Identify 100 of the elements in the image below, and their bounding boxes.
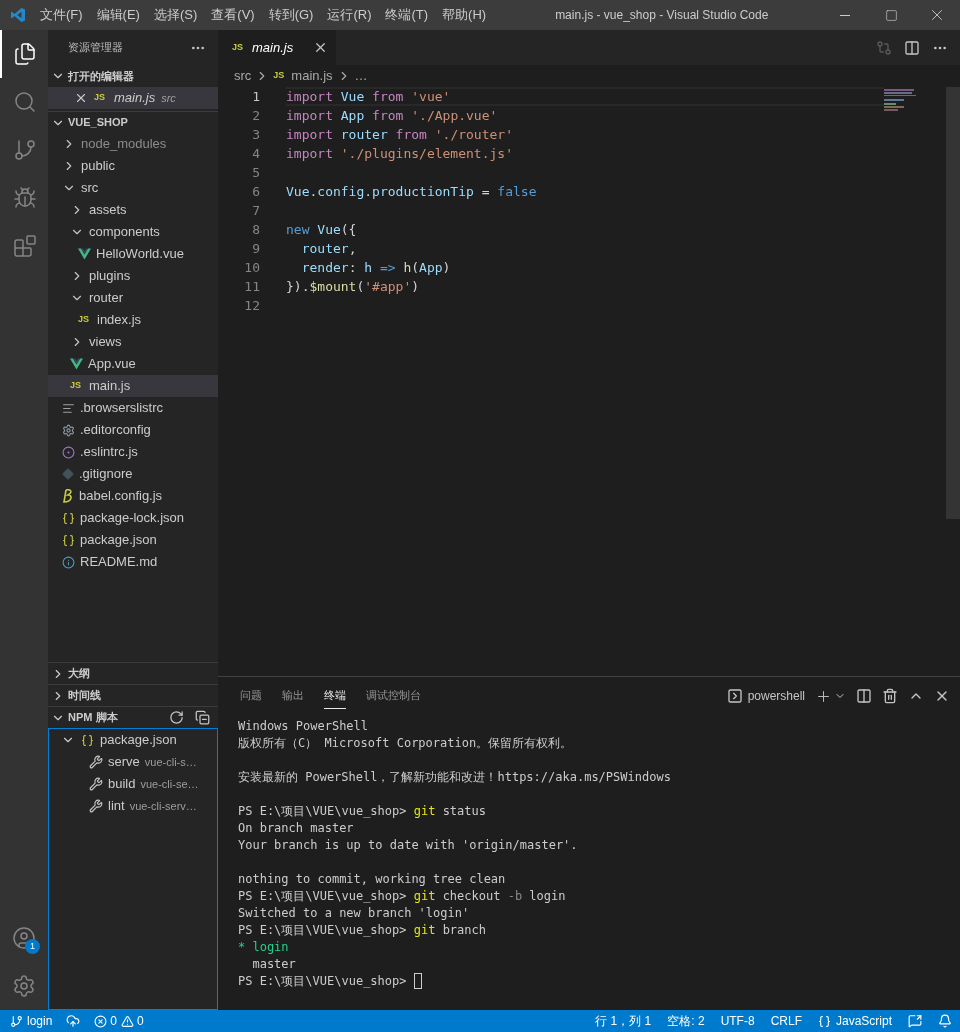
folder-item[interactable]: public bbox=[48, 155, 218, 177]
menu-item[interactable]: 帮助(H) bbox=[435, 5, 494, 25]
file-item[interactable]: .eslintrc.js bbox=[48, 441, 218, 463]
script-command: vue-cli-s… bbox=[144, 754, 197, 770]
line-number: 2 bbox=[251, 106, 260, 125]
close-icon[interactable] bbox=[74, 91, 88, 105]
braces-icon bbox=[817, 1014, 831, 1028]
section-title[interactable]: 时间线 bbox=[68, 687, 101, 704]
script-name[interactable]: serve bbox=[108, 752, 140, 772]
branch-indicator[interactable]: login bbox=[27, 1012, 53, 1030]
wrench-icon bbox=[89, 799, 103, 813]
refresh-icon[interactable] bbox=[169, 710, 184, 725]
menu-item[interactable]: 编辑(E) bbox=[89, 5, 147, 25]
minimap-drawing bbox=[884, 89, 918, 113]
breadcrumb-item[interactable]: src bbox=[234, 66, 252, 86]
folder-item[interactable]: components bbox=[48, 221, 218, 243]
line-number: 5 bbox=[251, 163, 260, 182]
diamond-icon bbox=[62, 468, 74, 480]
vue-icon bbox=[70, 358, 83, 370]
file-item[interactable]: JS main.js bbox=[48, 375, 218, 397]
language-mode[interactable]: JavaScript bbox=[835, 1012, 892, 1030]
bell-icon[interactable] bbox=[938, 1014, 952, 1028]
panel-tab[interactable]: 终端 bbox=[324, 683, 346, 709]
line-number: 3 bbox=[251, 125, 260, 144]
file-item[interactable]: babel.config.js bbox=[48, 485, 218, 507]
close-icon[interactable] bbox=[313, 40, 328, 55]
editor-tab[interactable]: JS main.js bbox=[218, 30, 336, 65]
files-icon bbox=[13, 42, 37, 66]
code-line: import router from './router' bbox=[286, 125, 514, 144]
code-line: import './plugins/element.js' bbox=[286, 144, 514, 163]
breadcrumb-item[interactable]: main.js bbox=[291, 66, 333, 86]
file-item[interactable]: App.vue bbox=[48, 353, 218, 375]
script-command: vue-cli-serv… bbox=[129, 798, 197, 814]
panel-tab[interactable]: 问题 bbox=[240, 683, 262, 709]
file-item[interactable]: README.md bbox=[48, 551, 218, 573]
error-icon bbox=[94, 1014, 108, 1028]
info-icon bbox=[62, 555, 75, 569]
file-item[interactable]: .editorconfig bbox=[48, 419, 218, 441]
line-number: 11 bbox=[243, 277, 260, 296]
accounts-button[interactable]: 1 bbox=[0, 914, 48, 962]
open-editor-item[interactable]: JS main.js src bbox=[48, 87, 218, 109]
script-name[interactable]: build bbox=[108, 774, 136, 794]
section-title[interactable]: 打开的编辑器 bbox=[68, 67, 134, 85]
folder-item[interactable]: src bbox=[48, 177, 218, 199]
js-icon: JS bbox=[94, 91, 108, 105]
notification-badge: 1 bbox=[25, 939, 40, 954]
publish-icon[interactable] bbox=[66, 1014, 81, 1028]
folder-item[interactable]: plugins bbox=[48, 265, 218, 287]
file-item[interactable]: package.json bbox=[48, 529, 218, 551]
terminal-line: master bbox=[251, 955, 296, 973]
section-title[interactable]: 大纲 bbox=[68, 665, 90, 682]
split-editor-icon[interactable] bbox=[904, 39, 920, 56]
file-item[interactable]: .browserslistrc bbox=[48, 397, 218, 419]
folder-item[interactable]: views bbox=[48, 331, 218, 353]
branch-icon bbox=[10, 1014, 23, 1028]
terminal-line: PS E:\项目\VUE\vue_shop> git checkout -b login bbox=[238, 887, 566, 905]
terminal-line: * login bbox=[238, 938, 289, 956]
menu-item[interactable]: 转到(G) bbox=[261, 5, 321, 25]
terminal-line: Your branch is up to date with 'origin/master'. bbox=[238, 836, 578, 854]
error-count[interactable]: 0 bbox=[110, 1012, 118, 1030]
split-terminal-icon[interactable] bbox=[856, 688, 872, 704]
js-icon: JS bbox=[273, 69, 288, 83]
status-item[interactable]: 行 1，列 1 bbox=[595, 1012, 652, 1030]
warning-count[interactable]: 0 bbox=[137, 1012, 144, 1030]
terminal-line: PS E:\项目\VUE\vue_shop> bbox=[238, 972, 408, 990]
collapse-all-icon[interactable] bbox=[195, 710, 210, 725]
line-number: 4 bbox=[251, 144, 260, 163]
menu-item[interactable]: 文件(F) bbox=[33, 5, 90, 25]
menu-item[interactable]: 查看(V) bbox=[204, 5, 262, 25]
sidebar-title: 资源管理器 bbox=[68, 40, 123, 56]
file-item[interactable]: JS index.js bbox=[48, 309, 218, 331]
braces-icon bbox=[62, 533, 75, 547]
gear-icon bbox=[62, 423, 75, 437]
package-item[interactable]: package.json bbox=[100, 730, 177, 750]
line-number: 6 bbox=[251, 182, 260, 201]
folder-item[interactable]: router bbox=[48, 287, 218, 309]
settings-icon bbox=[12, 974, 36, 998]
js-icon: JS bbox=[232, 40, 246, 55]
feedback-icon[interactable] bbox=[908, 1014, 922, 1028]
menu-item[interactable]: 运行(R) bbox=[320, 5, 379, 25]
status-item[interactable]: CRLF bbox=[770, 1012, 802, 1030]
file-item[interactable]: package-lock.json bbox=[48, 507, 218, 529]
panel-tab[interactable]: 调试控制台 bbox=[366, 683, 421, 709]
menu-item[interactable]: 终端(T) bbox=[378, 5, 436, 25]
status-item[interactable]: 空格: 2 bbox=[667, 1012, 705, 1030]
section-title[interactable]: VUE_SHOP bbox=[68, 114, 128, 131]
panel-tab[interactable]: 输出 bbox=[282, 683, 304, 709]
code-line: import App from './App.vue' bbox=[286, 106, 499, 125]
file-item[interactable]: .gitignore bbox=[48, 463, 218, 485]
script-name[interactable]: lint bbox=[108, 796, 125, 816]
terminal-select[interactable]: powershell bbox=[747, 687, 805, 705]
status-item[interactable]: UTF-8 bbox=[720, 1012, 755, 1030]
section-title[interactable]: NPM 脚本 bbox=[68, 709, 118, 726]
breadcrumb-item[interactable]: … bbox=[354, 66, 368, 86]
code-line: new Vue({ bbox=[286, 220, 358, 239]
folder-item[interactable]: assets bbox=[48, 199, 218, 221]
file-item[interactable]: HelloWorld.vue bbox=[48, 243, 218, 265]
folder-item[interactable]: node_modules bbox=[48, 133, 218, 155]
trash-icon[interactable] bbox=[882, 688, 898, 704]
menu-item[interactable]: 选择(S) bbox=[146, 5, 205, 25]
